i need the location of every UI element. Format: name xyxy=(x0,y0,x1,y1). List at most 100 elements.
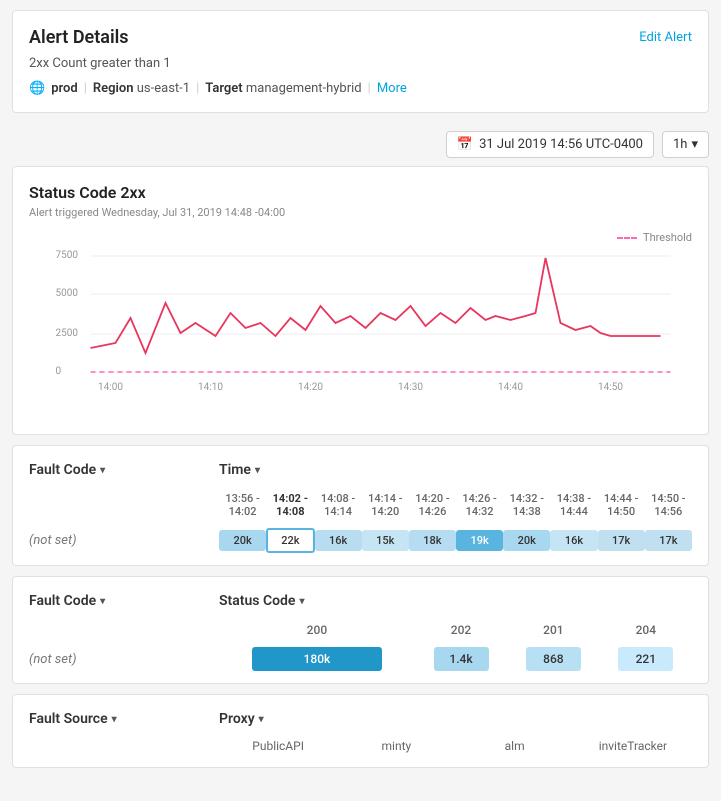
val-5: 19k xyxy=(456,524,503,557)
chart-card: Status Code 2xx Alert triggered Wednesda… xyxy=(12,166,709,435)
region-label: Region xyxy=(93,81,134,96)
alert-subtitle: 2xx Count greater than 1 xyxy=(29,56,692,71)
empty-header xyxy=(29,490,219,524)
threshold-line-icon xyxy=(617,237,637,239)
target-label: Target xyxy=(205,81,242,96)
val-9: 17k xyxy=(645,524,692,557)
threshold-label: Threshold xyxy=(643,231,692,244)
edit-alert-link[interactable]: Edit Alert xyxy=(639,30,692,45)
status-fault-label: (not set) xyxy=(29,643,219,675)
svg-text:14:30: 14:30 xyxy=(398,382,423,393)
fault-source-header: Fault Source ▾ Proxy ▾ xyxy=(29,711,692,727)
time-range-select[interactable]: 1h ▾ xyxy=(662,131,709,158)
time-table-header: Fault Code ▾ Time ▾ xyxy=(29,462,692,478)
fault-code-header[interactable]: Fault Code ▾ xyxy=(29,462,219,478)
calendar-icon: 📅 xyxy=(457,137,473,152)
region-value: us-east-1 xyxy=(137,81,190,96)
time-table-card: Fault Code ▾ Time ▾ 13:56 -14:02 14:02 -… xyxy=(12,445,709,566)
chart-legend: Threshold xyxy=(29,231,692,244)
status-code-header[interactable]: Status Code ▾ xyxy=(219,593,692,609)
time-col-8: 14:44 -14:50 xyxy=(598,490,645,524)
proxy-col-invitetracker: inviteTracker xyxy=(574,739,692,759)
proxy-dropdown-icon: ▾ xyxy=(259,714,264,725)
proxy-col-publicapi: PublicAPI xyxy=(219,739,337,759)
svg-text:14:20: 14:20 xyxy=(298,382,323,393)
status-val-200: 180k xyxy=(219,643,415,675)
svg-text:7500: 7500 xyxy=(56,250,79,261)
fault-code-dropdown-icon: ▾ xyxy=(100,465,105,476)
fault-source-col-header[interactable]: Fault Source ▾ xyxy=(29,711,219,727)
chart-subtitle: Alert triggered Wednesday, Jul 31, 2019 … xyxy=(29,206,692,219)
svg-text:5000: 5000 xyxy=(56,288,79,299)
chart-title: Status Code 2xx xyxy=(29,183,692,202)
date-value: 31 Jul 2019 14:56 UTC-0400 xyxy=(479,137,643,152)
time-col-5: 14:26 -14:32 xyxy=(456,490,503,524)
status-val-202: 1.4k xyxy=(415,643,507,675)
fault-code-header-2[interactable]: Fault Code ▾ xyxy=(29,593,219,609)
empty-header-2 xyxy=(29,621,219,643)
time-col-7: 14:38 -14:44 xyxy=(550,490,597,524)
table-row: (not set) 20k 22k 16k 15k 18k 19k 20k 16… xyxy=(29,524,692,557)
val-1: 22k xyxy=(266,524,314,557)
proxy-col-alm: alm xyxy=(456,739,574,759)
target-value: management-hybrid xyxy=(246,81,362,96)
status-val-201: 868 xyxy=(507,643,599,675)
val-4: 18k xyxy=(409,524,456,557)
alert-details-header: Alert Details Edit Alert xyxy=(29,27,692,48)
time-col-4: 14:20 -14:26 xyxy=(409,490,456,524)
time-table-wrapper: 13:56 -14:02 14:02 -14:08 14:08 -14:14 1… xyxy=(29,490,692,557)
proxy-col-minty: minty xyxy=(337,739,455,759)
status-col-204: 204 xyxy=(600,621,692,643)
date-picker[interactable]: 📅 31 Jul 2019 14:56 UTC-0400 xyxy=(446,131,654,158)
time-col-6: 14:32 -14:38 xyxy=(503,490,550,524)
status-val-204: 221 xyxy=(600,643,692,675)
time-dropdown-icon: ▾ xyxy=(255,465,260,476)
status-table: 200 202 201 204 (not set) 180k 1.4k 868 … xyxy=(29,621,692,675)
more-link[interactable]: More xyxy=(377,81,407,96)
svg-text:14:10: 14:10 xyxy=(198,382,223,393)
svg-text:14:50: 14:50 xyxy=(598,382,623,393)
range-value: 1h xyxy=(673,137,687,152)
status-table-card: Fault Code ▾ Status Code ▾ 200 202 201 2… xyxy=(12,576,709,684)
time-col-3: 14:14 -14:20 xyxy=(362,490,409,524)
time-header[interactable]: Time ▾ xyxy=(219,462,692,478)
fault-code-dropdown-icon-2: ▾ xyxy=(100,596,105,607)
chart-svg: 7500 5000 2500 0 14:00 14:10 14:20 14:30… xyxy=(39,248,692,398)
fault-source-card: Fault Source ▾ Proxy ▾ PublicAPI minty a… xyxy=(12,694,709,768)
alert-details-card: Alert Details Edit Alert 2xx Count great… xyxy=(12,10,709,113)
fault-code-label: (not set) xyxy=(29,524,219,557)
time-table: 13:56 -14:02 14:02 -14:08 14:08 -14:14 1… xyxy=(29,490,692,557)
chevron-down-icon: ▾ xyxy=(691,137,698,152)
status-col-200: 200 xyxy=(219,621,415,643)
val-3: 15k xyxy=(362,524,409,557)
status-table-row: (not set) 180k 1.4k 868 221 xyxy=(29,643,692,675)
time-col-2: 14:08 -14:14 xyxy=(315,490,362,524)
alert-title: Alert Details xyxy=(29,27,129,48)
globe-icon: 🌐 xyxy=(29,81,45,96)
time-controls: 📅 31 Jul 2019 14:56 UTC-0400 1h ▾ xyxy=(0,123,721,166)
svg-text:0: 0 xyxy=(56,366,62,377)
status-col-202: 202 xyxy=(415,621,507,643)
status-col-201: 201 xyxy=(507,621,599,643)
val-7: 16k xyxy=(550,524,597,557)
val-6: 20k xyxy=(503,524,550,557)
env-value: prod xyxy=(51,81,78,96)
val-8: 17k xyxy=(598,524,645,557)
time-col-0: 13:56 -14:02 xyxy=(219,490,266,524)
val-0: 20k xyxy=(219,524,266,557)
svg-text:14:40: 14:40 xyxy=(498,382,523,393)
fault-source-dropdown-icon: ▾ xyxy=(112,714,117,725)
status-table-col-headers: 200 202 201 204 xyxy=(29,621,692,643)
chart-container: 7500 5000 2500 0 14:00 14:10 14:20 14:30… xyxy=(39,248,692,418)
proxy-col-header[interactable]: Proxy ▾ xyxy=(219,711,692,727)
time-col-1: 14:02 -14:08 xyxy=(266,490,314,524)
svg-text:14:00: 14:00 xyxy=(98,382,123,393)
alert-meta: 🌐 prod | Region us-east-1 | Target manag… xyxy=(29,81,692,96)
svg-text:2500: 2500 xyxy=(56,328,79,339)
time-col-9: 14:50 -14:56 xyxy=(645,490,692,524)
status-code-dropdown-icon: ▾ xyxy=(299,596,304,607)
proxy-col-headers: PublicAPI minty alm inviteTracker xyxy=(219,739,692,759)
status-table-header: Fault Code ▾ Status Code ▾ xyxy=(29,593,692,609)
time-table-col-headers: 13:56 -14:02 14:02 -14:08 14:08 -14:14 1… xyxy=(29,490,692,524)
val-2: 16k xyxy=(315,524,362,557)
